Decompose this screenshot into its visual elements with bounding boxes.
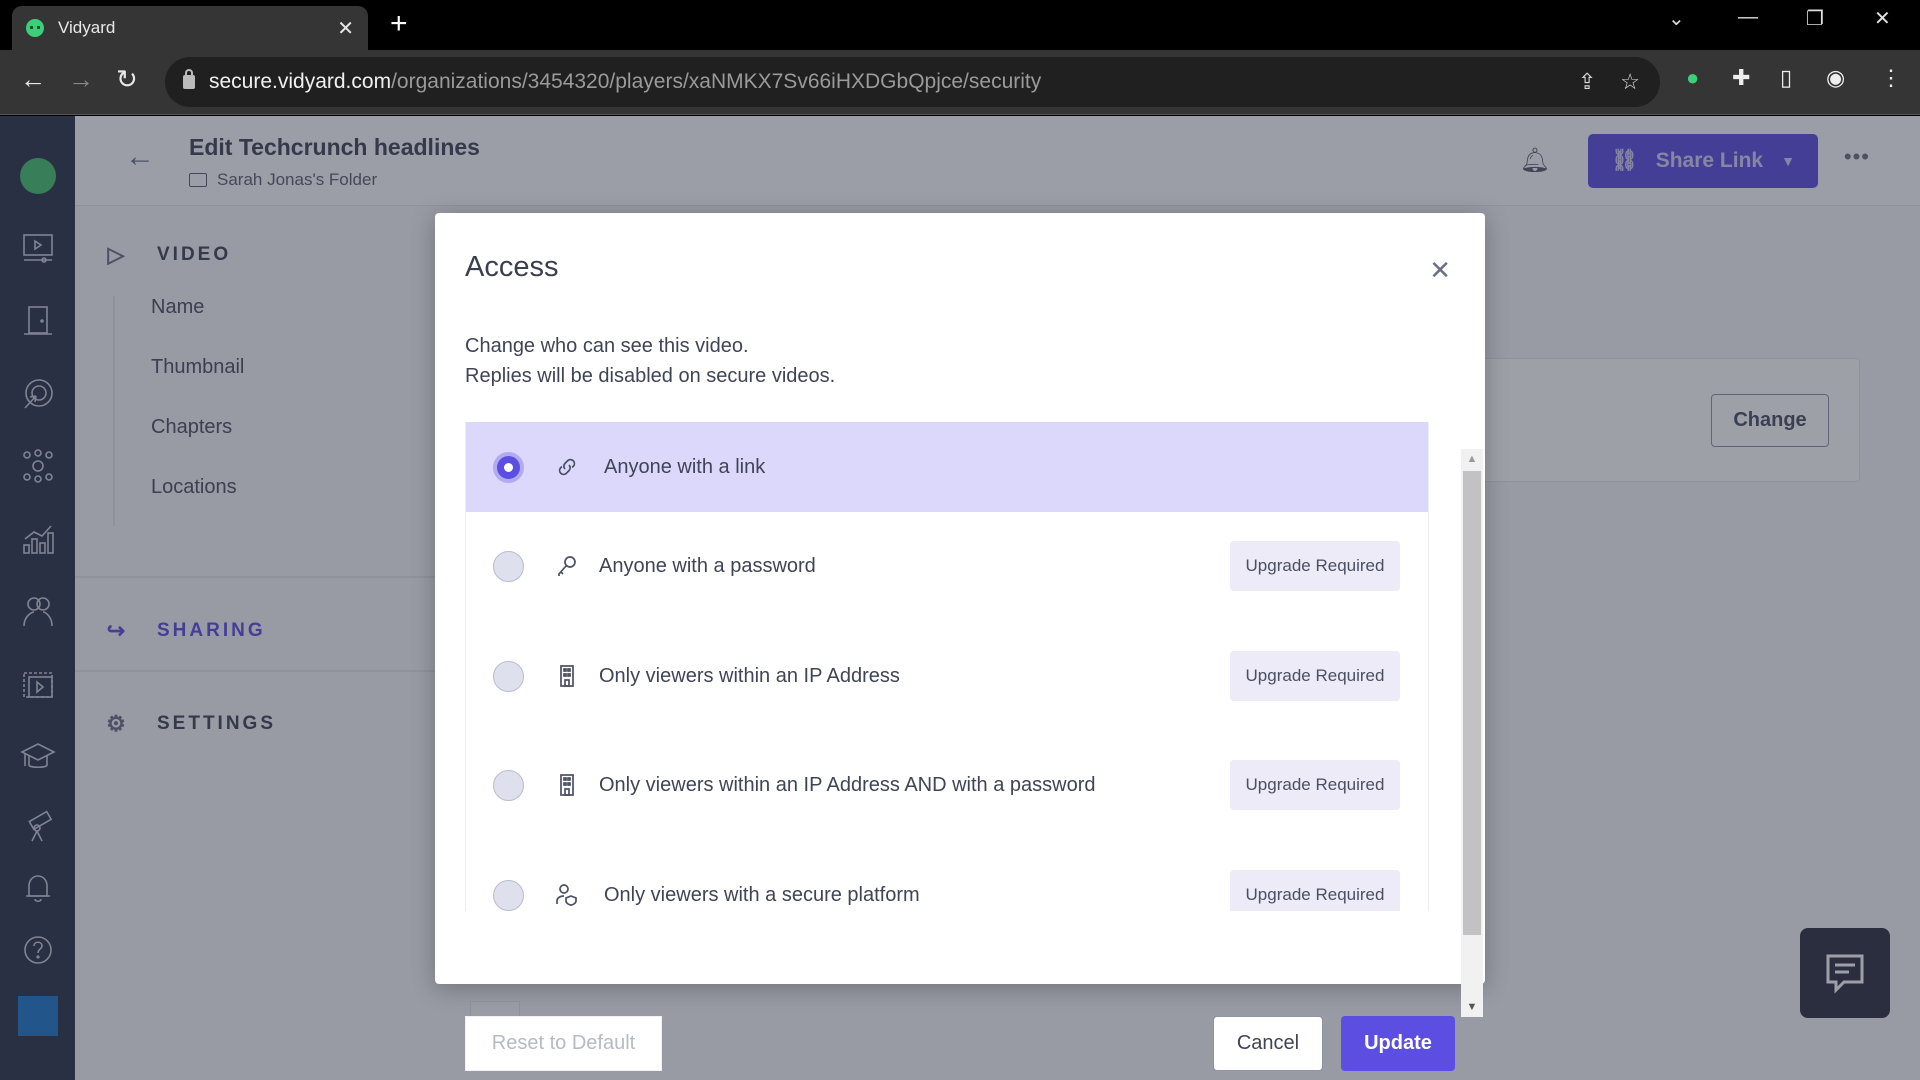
cancel-button[interactable]: Cancel bbox=[1213, 1016, 1323, 1071]
reload-icon[interactable]: ↻ bbox=[116, 64, 138, 95]
minimize-icon[interactable]: — bbox=[1738, 6, 1758, 29]
vidyard-app: ← Edit Techcrunch headlines Sarah Jonas'… bbox=[0, 116, 1920, 1080]
scroll-up-arrow-icon[interactable]: ▲ bbox=[1461, 449, 1483, 469]
option-secure-platform[interactable]: Only viewers with a secure platform Upgr… bbox=[466, 850, 1428, 911]
building-icon bbox=[554, 772, 580, 798]
option-label: Anyone with a link bbox=[604, 455, 766, 478]
option-label: Only viewers within an IP Address bbox=[599, 664, 900, 687]
upgrade-required-badge[interactable]: Upgrade Required bbox=[1230, 760, 1400, 810]
close-tab-icon[interactable]: ✕ bbox=[337, 16, 354, 41]
close-icon[interactable]: ✕ bbox=[1429, 255, 1451, 286]
access-options-list: Anyone with a link Anyone with a passwor… bbox=[465, 422, 1429, 911]
browser-tab[interactable]: Vidyard ✕ bbox=[12, 6, 368, 50]
scrollbar-thumb[interactable] bbox=[1463, 471, 1481, 935]
profile-avatar-icon[interactable]: ◉ bbox=[1826, 65, 1845, 91]
upgrade-required-badge[interactable]: Upgrade Required bbox=[1230, 870, 1400, 911]
building-icon bbox=[554, 663, 580, 689]
restore-icon[interactable]: ❐ bbox=[1806, 6, 1824, 31]
option-anyone-with-password[interactable]: Anyone with a password Upgrade Required bbox=[466, 521, 1428, 611]
extensions-puzzle-icon[interactable]: ✚ bbox=[1732, 65, 1750, 91]
update-button[interactable]: Update bbox=[1341, 1016, 1455, 1071]
key-icon bbox=[554, 553, 580, 579]
modal-title: Access bbox=[465, 251, 559, 283]
radio-button[interactable] bbox=[493, 451, 524, 483]
share-page-icon[interactable]: ⇪ bbox=[1578, 69, 1596, 95]
reset-to-default-button[interactable]: Reset to Default bbox=[465, 1016, 662, 1071]
upgrade-required-badge[interactable]: Upgrade Required bbox=[1230, 651, 1400, 701]
url-host: secure.vidyard.com bbox=[209, 70, 392, 93]
forward-icon[interactable]: → bbox=[68, 64, 94, 95]
radio-button[interactable] bbox=[493, 879, 524, 911]
description-line-2: Replies will be disabled on secure video… bbox=[465, 365, 836, 387]
option-anyone-with-link[interactable]: Anyone with a link bbox=[466, 422, 1428, 512]
vidyard-favicon-icon bbox=[26, 19, 44, 37]
option-label: Only viewers within an IP Address AND wi… bbox=[599, 773, 1096, 796]
tab-title: Vidyard bbox=[58, 18, 116, 37]
option-ip-address[interactable]: Only viewers within an IP Address Upgrad… bbox=[466, 631, 1428, 721]
window-close-icon[interactable]: ✕ bbox=[1874, 6, 1891, 31]
access-modal: Access ✕ Change who can see this video. … bbox=[435, 213, 1485, 1071]
browser-toolbar: ← → ↻ secure.vidyard.com /organizations/… bbox=[0, 50, 1920, 115]
radio-button[interactable] bbox=[493, 769, 524, 801]
new-tab-button[interactable]: + bbox=[390, 8, 408, 40]
back-icon[interactable]: ← bbox=[20, 64, 46, 95]
tab-search-icon[interactable]: ⌄ bbox=[1668, 6, 1685, 31]
upgrade-required-badge[interactable]: Upgrade Required bbox=[1230, 541, 1400, 591]
url-path: /organizations/3454320/players/xaNMKX7Sv… bbox=[391, 70, 1042, 93]
radio-button[interactable] bbox=[493, 550, 524, 582]
option-label: Only viewers with a secure platform bbox=[604, 883, 920, 906]
link-icon bbox=[554, 454, 580, 480]
side-panel-icon[interactable]: ▯ bbox=[1780, 65, 1792, 91]
option-label: Anyone with a password bbox=[599, 554, 816, 577]
option-ip-address-and-password[interactable]: Only viewers within an IP Address AND wi… bbox=[466, 740, 1428, 830]
browser-tab-bar: Vidyard ✕ + ⌄ — ❐ ✕ bbox=[0, 0, 1920, 50]
options-scrollbar[interactable]: ▲ ▼ bbox=[1461, 449, 1483, 1017]
browser-menu-icon[interactable]: ⋮ bbox=[1880, 65, 1902, 91]
radio-button[interactable] bbox=[493, 660, 524, 692]
user-shield-icon bbox=[554, 882, 580, 908]
modal-description: Change who can see this video. Replies w… bbox=[465, 331, 835, 391]
vidyard-extension-icon[interactable]: ● bbox=[1686, 65, 1699, 91]
scroll-down-arrow-icon[interactable]: ▼ bbox=[1461, 997, 1483, 1017]
description-line-1: Change who can see this video. bbox=[465, 335, 749, 357]
bookmark-star-icon[interactable]: ☆ bbox=[1620, 69, 1640, 95]
lock-icon bbox=[183, 69, 195, 89]
address-bar[interactable]: secure.vidyard.com /organizations/345432… bbox=[165, 57, 1660, 107]
